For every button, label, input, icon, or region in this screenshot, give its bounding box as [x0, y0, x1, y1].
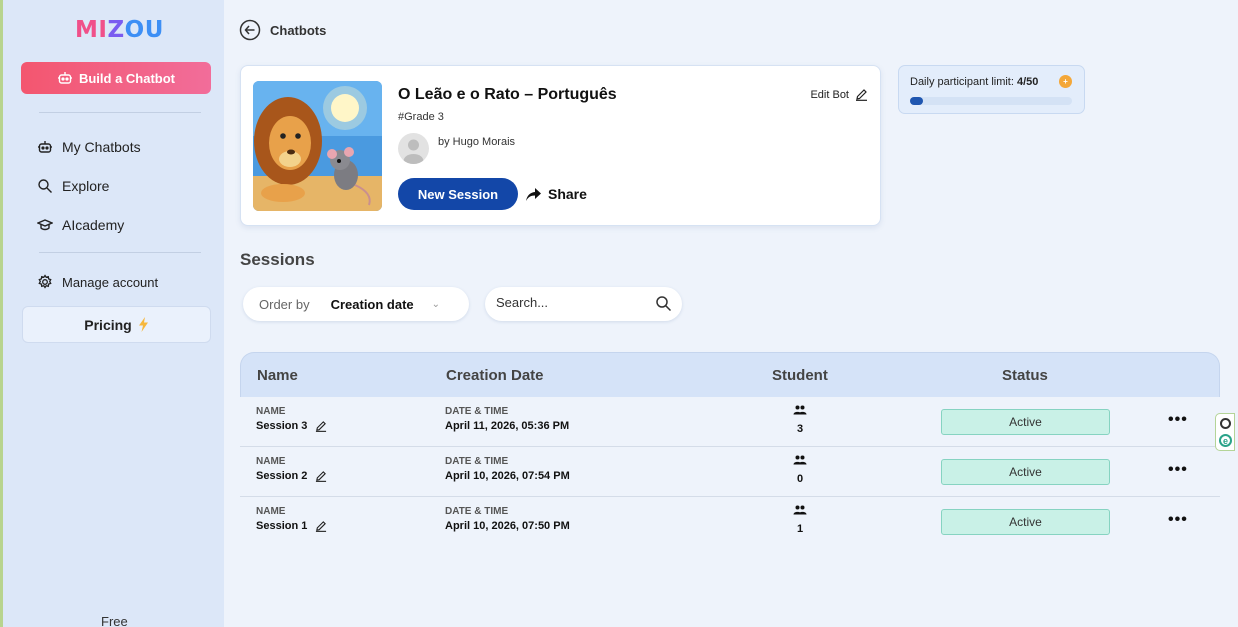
session-name-text: Session 1: [256, 520, 308, 532]
more-options-button[interactable]: •••: [1168, 411, 1188, 429]
name-cell-label: NAME: [256, 456, 286, 467]
session-name: Session 2: [256, 470, 327, 482]
order-by-label: Order by: [259, 296, 310, 312]
sidebar-item-label: AIcademy: [62, 217, 125, 233]
session-date: April 11, 2026, 05:36 PM: [445, 420, 570, 432]
table-row[interactable]: NAME Session 2 DATE & TIME April 10, 202…: [240, 447, 1220, 497]
sessions-title: Sessions: [240, 250, 315, 269]
date-cell-label: DATE & TIME: [445, 456, 509, 467]
search-icon: [38, 179, 52, 193]
search-input[interactable]: [496, 295, 646, 310]
participant-limit-value: 4/50: [1016, 76, 1039, 88]
search-icon[interactable]: [655, 295, 672, 312]
pencil-icon[interactable]: [315, 470, 327, 482]
session-date: April 10, 2026, 07:50 PM: [445, 520, 570, 532]
search-box: [485, 287, 682, 321]
divider: [39, 112, 201, 113]
people-icon: [793, 455, 807, 465]
session-name-text: Session 2: [256, 470, 308, 482]
sidebar-item-label: Explore: [62, 178, 110, 194]
sidebar-item-manage-account[interactable]: Manage account: [37, 274, 158, 290]
share-button[interactable]: Share: [526, 186, 587, 202]
gear-icon: [38, 274, 52, 289]
divider: [39, 252, 201, 253]
back-to-chatbots-link[interactable]: Chatbots: [239, 19, 326, 41]
pencil-icon[interactable]: [315, 420, 327, 432]
sidebar-item-label: My Chatbots: [62, 139, 141, 155]
bot-card: O Leão e o Rato – Português #Grade 3 by …: [240, 65, 881, 226]
graduation-cap-icon: [37, 219, 53, 231]
more-options-button[interactable]: •••: [1168, 511, 1188, 529]
app-logo[interactable]: MIZOU: [75, 17, 164, 43]
session-name: Session 3: [256, 420, 327, 432]
arrow-left-circle-icon: [239, 19, 261, 41]
sessions-table-header: Name Creation Date Student Status: [240, 352, 1220, 397]
order-by-value: Creation date: [330, 296, 414, 312]
robot-icon: [57, 72, 72, 84]
participant-limit-bar: [910, 97, 1072, 105]
edit-bot-label: Edit Bot: [810, 88, 849, 101]
sidebar-item-explore[interactable]: Explore: [37, 178, 109, 194]
share-label: Share: [548, 186, 587, 202]
date-cell-label: DATE & TIME: [445, 406, 509, 417]
table-row[interactable]: NAME Session 3 DATE & TIME April 11, 202…: [240, 397, 1220, 447]
bot-title: O Leão e o Rato – Português: [398, 86, 617, 103]
student-count: 0: [797, 473, 804, 485]
status-badge: Active: [941, 459, 1110, 485]
coin-icon: +: [1059, 75, 1072, 88]
participant-limit-bar-fill: [910, 97, 923, 105]
date-cell-label: DATE & TIME: [445, 506, 509, 517]
column-header-status[interactable]: Status: [1002, 367, 1048, 384]
session-name-text: Session 3: [256, 420, 308, 432]
edit-bot-button[interactable]: Edit Bot: [810, 88, 868, 101]
avatar: [398, 133, 429, 164]
plan-label: Free: [101, 614, 128, 627]
extension-widget[interactable]: e: [1215, 413, 1235, 451]
build-chatbot-button[interactable]: Build a Chatbot: [21, 62, 211, 94]
bot-author: by Hugo Morais: [438, 136, 516, 148]
bot-image: [253, 81, 382, 211]
new-session-button[interactable]: New Session: [398, 178, 518, 210]
column-header-student[interactable]: Student: [772, 367, 828, 384]
share-arrow-icon: [526, 187, 541, 201]
robot-icon: [38, 141, 52, 153]
lightning-icon: [138, 317, 148, 332]
participant-limit-text: Daily participant limit: 4/50: [910, 76, 1038, 88]
participant-limit-card: Daily participant limit: 4/50 +: [898, 65, 1085, 114]
back-label: Chatbots: [270, 22, 327, 38]
pencil-icon: [856, 89, 867, 101]
bot-grade-tag: #Grade 3: [398, 111, 444, 123]
pricing-label: Pricing: [84, 316, 132, 333]
sidebar-item-my-chatbots[interactable]: My Chatbots: [37, 139, 141, 155]
status-badge: Active: [941, 409, 1110, 435]
session-name: Session 1: [256, 520, 327, 532]
participant-limit-label: Daily participant limit:: [910, 76, 1014, 88]
extension-icon[interactable]: e: [1219, 434, 1232, 447]
pricing-button[interactable]: Pricing: [22, 306, 211, 343]
table-row[interactable]: NAME Session 1 DATE & TIME April 10, 202…: [240, 497, 1220, 547]
people-icon: [793, 405, 807, 415]
student-count: 3: [797, 423, 804, 435]
sidebar-item-aicademy[interactable]: AIcademy: [37, 217, 124, 233]
status-badge: Active: [941, 509, 1110, 535]
name-cell-label: NAME: [256, 406, 286, 417]
pencil-icon[interactable]: [315, 520, 327, 532]
close-icon[interactable]: [1220, 418, 1231, 429]
people-icon: [793, 505, 807, 515]
sidebar-item-label: Manage account: [62, 274, 159, 290]
student-count: 1: [797, 523, 804, 535]
chevron-down-icon: ⌄: [431, 298, 441, 310]
column-header-creation-date[interactable]: Creation Date: [446, 367, 544, 384]
order-by-select[interactable]: Order by Creation date ⌄: [243, 287, 469, 321]
session-date: April 10, 2026, 07:54 PM: [445, 470, 570, 482]
more-options-button[interactable]: •••: [1168, 461, 1188, 479]
column-header-name[interactable]: Name: [257, 367, 298, 384]
name-cell-label: NAME: [256, 506, 286, 517]
sidebar: MIZOU Build a Chatbot My Chatbots Explor…: [0, 0, 224, 627]
build-chatbot-label: Build a Chatbot: [78, 70, 176, 86]
